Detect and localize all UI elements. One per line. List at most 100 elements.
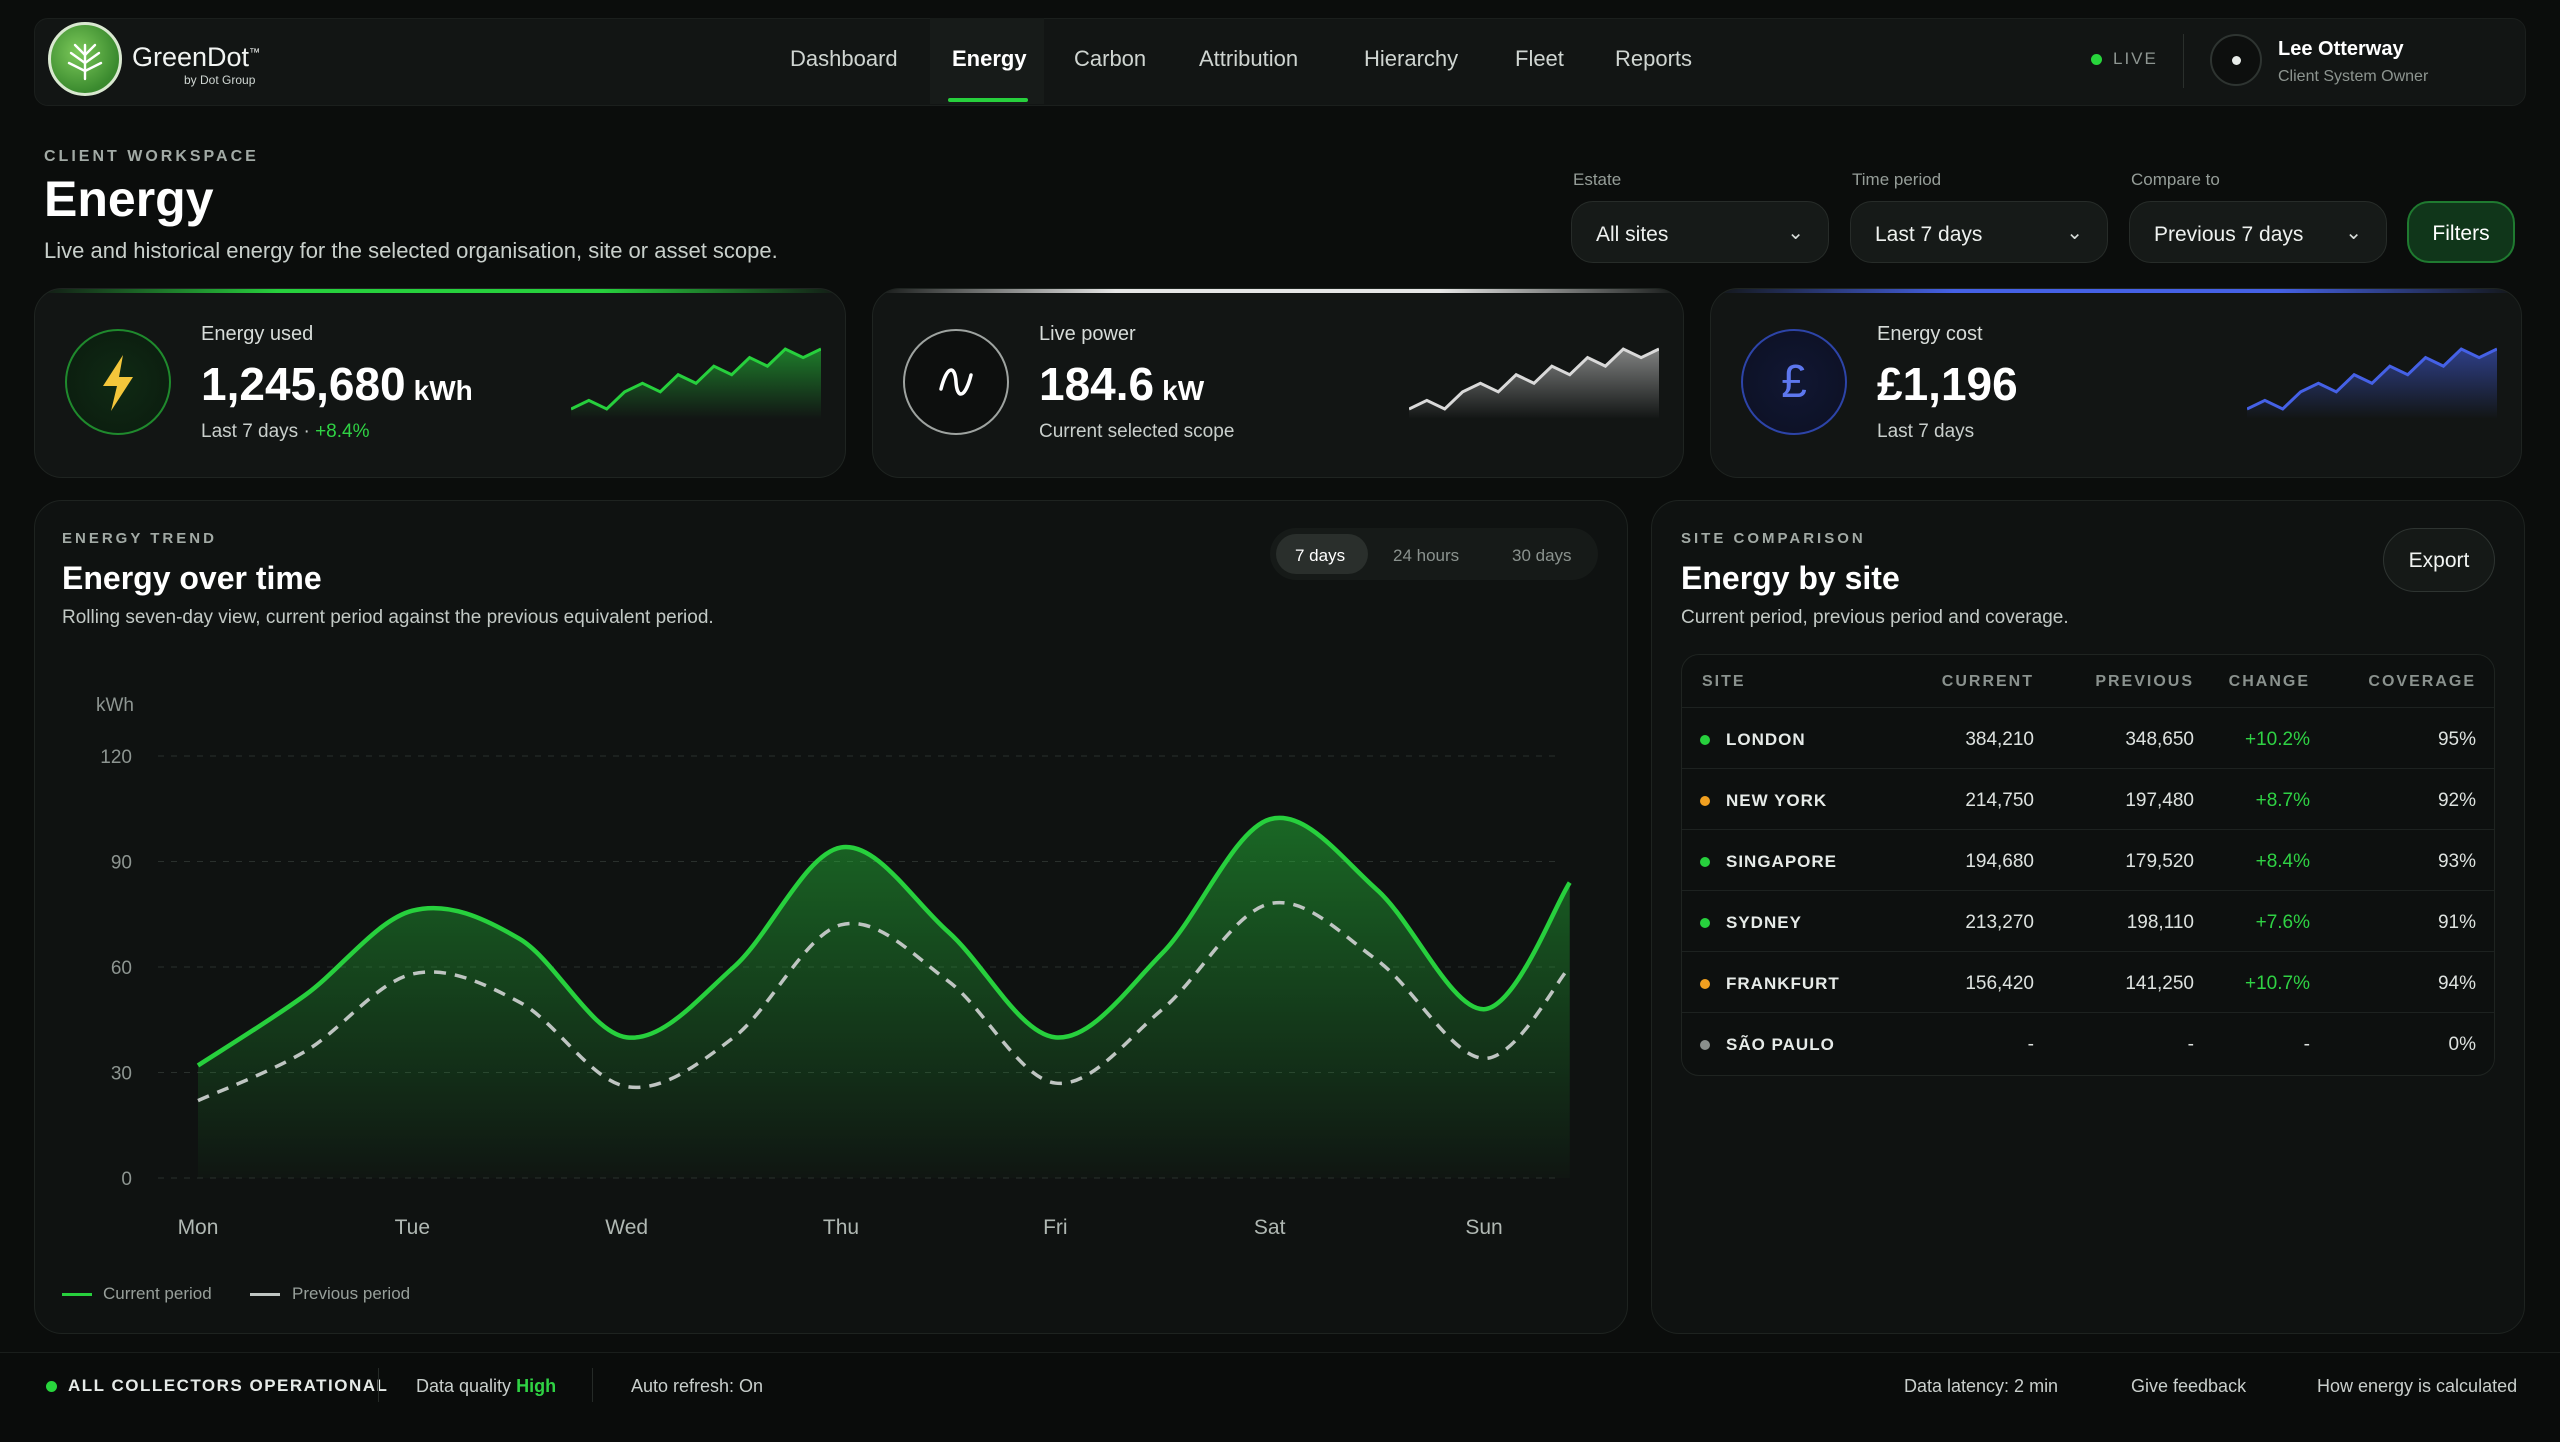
lightning-icon	[65, 329, 171, 435]
range-7-days[interactable]: 7 days	[1295, 546, 1345, 566]
current-value: 194,680	[1965, 851, 2034, 872]
table-row[interactable]: SYDNEY 213,270 198,110 +7.6% 91%	[1682, 890, 2494, 952]
site-title: Energy by site	[1681, 560, 1900, 596]
export-button[interactable]: Export	[2383, 528, 2495, 592]
change-value: +10.2%	[2245, 729, 2310, 750]
table-row[interactable]: SÃO PAULO - - - 0%	[1682, 1012, 2494, 1074]
kpi-energy-used: Energy used 1,245,680 kWh Last 7 days · +…	[34, 288, 846, 478]
col-coverage[interactable]: COVERAGE	[2368, 673, 2476, 691]
chevron-down-icon: ⌄	[1787, 222, 1804, 244]
site-status-dot-icon	[1700, 918, 1710, 928]
kpi-value: 1,245,680 kWh	[201, 358, 473, 410]
divider	[2183, 34, 2184, 88]
site-name: SYDNEY	[1726, 913, 1802, 932]
coverage-value: 91%	[2437, 912, 2476, 933]
trend-subtitle: Rolling seven-day view, current period a…	[62, 607, 714, 628]
chevron-down-icon: ⌄	[2345, 222, 2362, 244]
compare-select[interactable]: Previous 7 days ⌄	[2129, 201, 2387, 263]
kpi-live-power: Live power 184.6 kW Current selected scop…	[872, 288, 1684, 478]
coverage-value: 95%	[2437, 729, 2476, 750]
col-previous[interactable]: PREVIOUS	[2095, 673, 2194, 691]
sparkline	[1409, 347, 1659, 419]
site-status-dot-icon	[1700, 796, 1710, 806]
col-current[interactable]: CURRENT	[1942, 673, 2034, 691]
table-row[interactable]: FRANKFURT 156,420 141,250 +10.7% 94%	[1682, 951, 2494, 1013]
filters-button[interactable]: Filters	[2407, 201, 2515, 263]
legend-previous: Previous period	[292, 1284, 411, 1303]
user-role: Client System Owner	[2278, 68, 2429, 85]
estate-value: All sites	[1596, 223, 1669, 246]
legend-current-swatch	[62, 1293, 92, 1296]
previous-value: 179,520	[2125, 851, 2194, 872]
range-24-hours[interactable]: 24 hours	[1393, 546, 1459, 566]
site-eyebrow: SITE COMPARISON	[1681, 530, 1866, 547]
time-period-select[interactable]: Last 7 days ⌄	[1850, 201, 2108, 263]
nav-dashboard[interactable]: Dashboard	[790, 46, 898, 72]
greendot-logo-icon[interactable]	[48, 22, 122, 96]
table-row[interactable]: LONDON 384,210 348,650 +10.2% 95%	[1682, 707, 2494, 769]
x-tick-label: Fri	[1043, 1216, 1068, 1239]
page-title: Energy	[44, 171, 214, 227]
trend-eyebrow: ENERGY TREND	[62, 530, 217, 547]
table-row[interactable]: NEW YORK 214,750 197,480 +8.7% 92%	[1682, 768, 2494, 830]
data-latency: Data latency: 2 min	[1904, 1376, 2059, 1396]
svg-text:£: £	[1781, 355, 1807, 407]
active-tab-indicator	[948, 98, 1028, 102]
estate-select[interactable]: All sites ⌄	[1571, 201, 1829, 263]
compare-label: Compare to	[2131, 170, 2220, 189]
time-period-value: Last 7 days	[1875, 223, 1983, 246]
kpi-label: Energy used	[201, 323, 314, 345]
auto-refresh[interactable]: Auto refresh: On	[631, 1376, 763, 1397]
range-30-days[interactable]: 30 days	[1512, 546, 1572, 566]
col-change[interactable]: CHANGE	[2229, 673, 2310, 691]
divider	[378, 1368, 379, 1402]
page-subtitle: Live and historical energy for the selec…	[44, 238, 778, 263]
divider	[592, 1368, 593, 1402]
current-value: 213,270	[1965, 912, 2034, 933]
site-name: LONDON	[1726, 730, 1806, 749]
previous-value: 198,110	[2126, 912, 2194, 933]
nav-carbon[interactable]: Carbon	[1074, 46, 1146, 72]
legend-current: Current period	[103, 1284, 212, 1303]
nav-hierarchy[interactable]: Hierarchy	[1364, 46, 1458, 72]
estate-label: Estate	[1573, 170, 1622, 189]
site-status-dot-icon	[1700, 735, 1710, 745]
nav-energy[interactable]: Energy	[952, 46, 1027, 72]
brand-subtitle: by Dot Group	[184, 73, 256, 87]
y-axis-label: kWh	[96, 695, 134, 716]
kpi-sub: Last 7 days	[1877, 421, 1975, 442]
live-status: LIVE	[2113, 49, 2158, 68]
current-value: 214,750	[1965, 790, 2034, 811]
energy-trend-chart: kWh 0 30 60 90 120 Mon Tue Wed Thu Fri Sat Sun	[96, 695, 1572, 1239]
x-tick-label: Thu	[823, 1216, 859, 1239]
change-value: -	[2303, 1034, 2310, 1055]
site-status-dot-icon	[1700, 857, 1710, 867]
coverage-value: 93%	[2437, 851, 2476, 872]
nav-attribution[interactable]: Attribution	[1199, 46, 1298, 72]
collectors-status: ALL COLLECTORS OPERATIONAL	[68, 1376, 389, 1395]
time-period-label: Time period	[1852, 170, 1942, 189]
live-status-dot-icon	[2091, 54, 2102, 65]
nav-fleet[interactable]: Fleet	[1515, 46, 1564, 72]
x-tick-label: Mon	[178, 1216, 219, 1239]
card-accent-line	[873, 289, 1683, 293]
x-tick-label: Sun	[1465, 1216, 1502, 1239]
col-site[interactable]: SITE	[1702, 673, 1746, 691]
sparkline	[571, 347, 821, 419]
wave-icon	[903, 329, 1009, 435]
nav-reports[interactable]: Reports	[1615, 46, 1692, 72]
kpi-label: Energy cost	[1877, 323, 1983, 345]
give-feedback-link[interactable]: Give feedback	[2131, 1376, 2246, 1397]
site-name: FRANKFURT	[1726, 974, 1840, 993]
data-quality: Data quality High	[416, 1376, 557, 1396]
y-tick-label: 90	[111, 853, 132, 874]
how-energy-calculated-link[interactable]: How energy is calculated	[2317, 1376, 2517, 1397]
previous-value: 141,250	[2125, 973, 2194, 994]
table-row[interactable]: SINGAPORE 194,680 179,520 +8.4% 93%	[1682, 829, 2494, 891]
x-tick-label: Sat	[1254, 1216, 1286, 1239]
site-name: SÃO PAULO	[1726, 1035, 1835, 1054]
sparkline	[2247, 347, 2497, 419]
change-value: +8.4%	[2255, 851, 2310, 872]
trend-title: Energy over time	[62, 560, 322, 596]
brand-name: GreenDot™	[132, 42, 261, 72]
